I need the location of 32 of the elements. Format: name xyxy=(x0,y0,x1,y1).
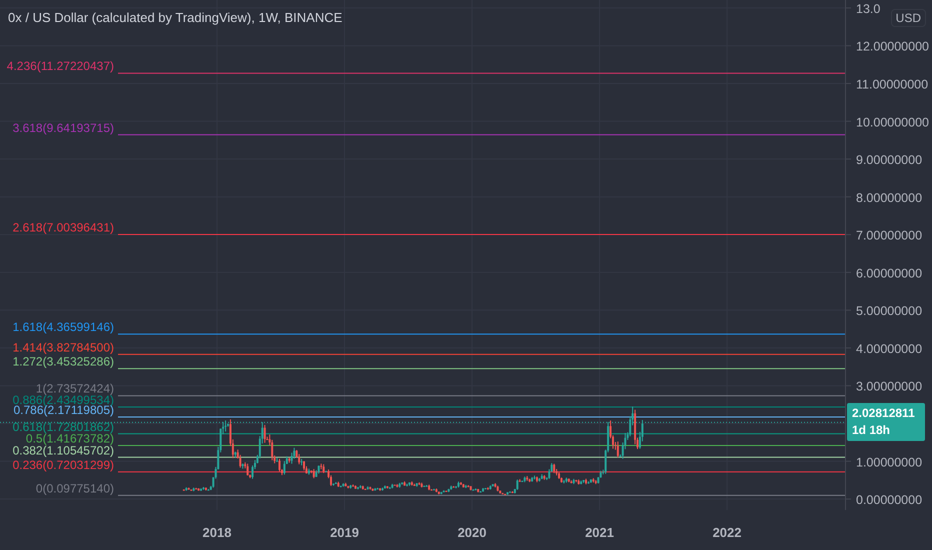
last-price: 2.02812811 xyxy=(852,405,915,422)
y-tick-label: 12.00000000 xyxy=(856,40,929,54)
y-tick-label: 7.00000000 xyxy=(856,228,922,243)
y-tick-label: 5.00000000 xyxy=(856,304,922,318)
y-tick-label: 8.00000000 xyxy=(856,190,922,205)
bar-countdown: 1d 18h xyxy=(852,422,890,440)
y-tick-label: 3.00000000 xyxy=(856,380,922,394)
ref-line-label: 1.414(3.82784500) xyxy=(12,340,114,354)
y-tick-label: 13.0 xyxy=(856,2,880,16)
x-tick-label: 2020 xyxy=(458,525,486,540)
y-tick-label: 4.00000000 xyxy=(856,342,922,356)
ref-line-label: 2.618(7.00396431) xyxy=(12,220,114,234)
chart-title: 0x / US Dollar (calculated by TradingView), 1W, BINANCE xyxy=(8,10,342,25)
y-tick-label: 9.00000000 xyxy=(856,153,922,168)
x-tick-label: 2022 xyxy=(712,525,742,540)
ref-line-label: 0.236(0.72031299) xyxy=(12,458,114,472)
ref-line-label: 4.236(11.27220437) xyxy=(6,59,114,74)
ref-line-label: 1.272(3.45325286) xyxy=(12,354,114,369)
y-tick-label: 11.00000000 xyxy=(856,78,928,92)
currency-label[interactable]: USD xyxy=(890,9,926,27)
x-tick-label: 2018 xyxy=(202,525,232,540)
ref-line-label: 3.618(9.64193715) xyxy=(12,120,114,135)
y-tick-label: 0.00000000 xyxy=(856,493,922,508)
x-tick-label: 2021 xyxy=(585,525,614,540)
ref-line-label: 1.618(4.36599146) xyxy=(12,320,114,334)
y-tick-label: 6.00000000 xyxy=(856,266,922,280)
y-tick-label: 10.00000000 xyxy=(856,115,929,130)
y-tick-label: 1.00000000 xyxy=(856,455,922,470)
ref-line-label: 0.618(1.72801862) xyxy=(12,420,114,434)
ref-line-label: 1(2.73572424) xyxy=(36,382,114,396)
ref-line-label: 0(0.09775140) xyxy=(36,481,114,496)
x-tick-label: 2019 xyxy=(330,525,359,540)
